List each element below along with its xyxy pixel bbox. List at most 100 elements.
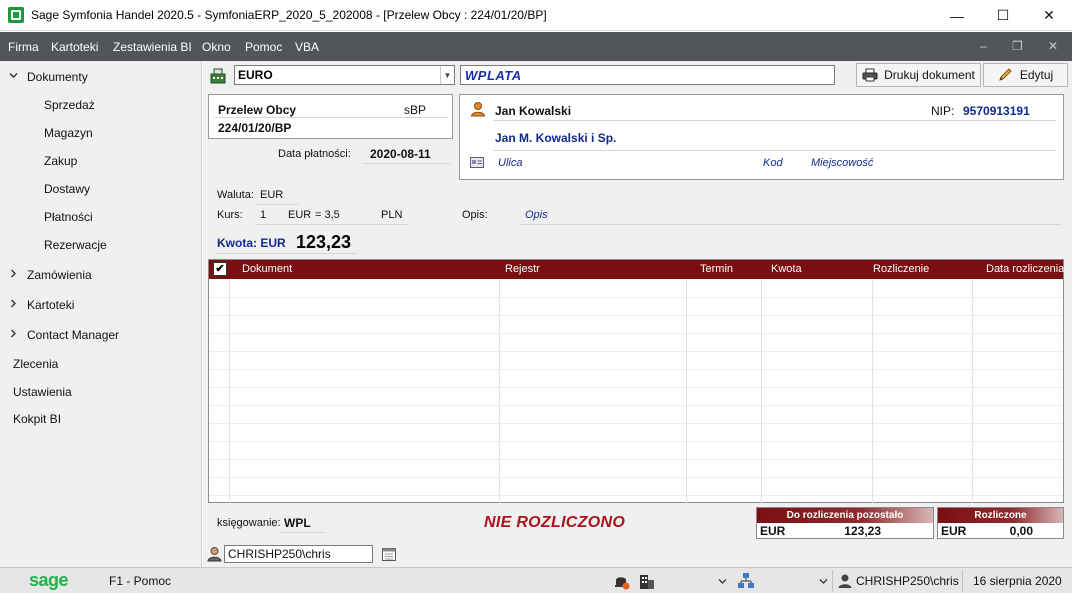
column-header-data-rozliczenia[interactable]: Data rozliczenia: [986, 263, 1064, 275]
chevron-down-icon[interactable]: [819, 577, 828, 586]
menu-kartoteki[interactable]: Kartoteki: [51, 40, 98, 54]
menu-vba[interactable]: VBA: [295, 40, 319, 54]
menu-bar: Firma Kartoteki Zestawienia BI Okno Pomo…: [0, 32, 1072, 61]
company-building-icon[interactable]: [638, 572, 656, 590]
description-label: Opis:: [462, 209, 488, 221]
help-hint[interactable]: F1 - Pomoc: [109, 574, 171, 588]
address-city: Miejscowość: [811, 157, 874, 169]
doc-kind-field[interactable]: WPLATA: [460, 65, 835, 85]
menu-okno[interactable]: Okno: [202, 40, 231, 54]
status-user: CHRISHP250\chris: [856, 574, 959, 588]
remaining-box: Do rozliczenia pozostało EUR 123,23: [756, 507, 934, 539]
settlements-table: ✔ Dokument Rejestr Termin Kwota Rozlicze…: [208, 259, 1064, 504]
sidebar-item-magazyn[interactable]: Magazyn: [44, 126, 93, 140]
sidebar-item-dostawy[interactable]: Dostawy: [44, 182, 90, 196]
print-document-label: Drukuj dokument: [884, 68, 975, 82]
sidebar-item-sprzedaz[interactable]: Sprzedaż: [44, 98, 95, 112]
user-icon: [207, 547, 222, 562]
currency-value: EUR: [260, 189, 284, 201]
settled-currency: EUR: [941, 524, 967, 538]
sidebar: Dokumenty Sprzedaż Magazyn Zakup Dostawy…: [0, 61, 202, 567]
pencil-icon: [999, 68, 1012, 81]
sidebar-item-zamowienia[interactable]: Zamówienia: [27, 268, 92, 282]
column-header-dokument[interactable]: Dokument: [242, 263, 292, 275]
amount-label: Kwota: EUR: [217, 236, 286, 250]
edit-label: Edytuj: [1019, 68, 1054, 82]
sidebar-item-platnosci[interactable]: Płatności: [44, 210, 93, 224]
maximize-button[interactable]: ☐: [980, 0, 1026, 31]
settled-label: Rozliczone: [938, 508, 1063, 523]
booking-value: WPL: [284, 516, 311, 530]
notification-bell-icon[interactable]: [612, 572, 630, 590]
document-code: sBP: [404, 103, 427, 117]
address-card-icon: [470, 157, 484, 168]
sidebar-item-rezerwacje[interactable]: Rezerwacje: [44, 238, 107, 252]
column-header-rejestr[interactable]: Rejestr: [505, 263, 540, 275]
remaining-value: 123,23: [844, 524, 881, 538]
column-header-termin[interactable]: Termin: [700, 263, 733, 275]
sidebar-item-zlecenia[interactable]: Zlecenia: [13, 357, 58, 371]
rate-label: Kurs:: [217, 209, 243, 221]
currency-select-value: EURO: [238, 68, 273, 82]
pay-date-value[interactable]: 2020-08-11: [370, 147, 431, 161]
amount-value: 123,23: [296, 232, 352, 252]
print-document-button[interactable]: Drukuj dokument: [856, 63, 981, 87]
nip-value: 9570913191: [963, 104, 1030, 118]
sidebar-item-zakup[interactable]: Zakup: [44, 154, 77, 168]
menu-zestawienia-bi[interactable]: Zestawienia BI: [113, 40, 192, 54]
column-header-kwota[interactable]: Kwota: [771, 263, 802, 275]
calendar-icon[interactable]: [382, 547, 396, 561]
mdi-restore-button[interactable]: ❐: [1012, 39, 1023, 53]
client-panel: Jan Kowalski NIP: 9570913191 Jan M. Kowa…: [459, 94, 1064, 180]
sidebar-item-contact-manager[interactable]: Contact Manager: [27, 328, 119, 342]
chevron-down-icon[interactable]: [718, 577, 727, 586]
remaining-label: Do rozliczenia pozostało: [757, 508, 933, 523]
sidebar-item-ustawienia[interactable]: Ustawienia: [13, 385, 72, 399]
sidebar-item-kartoteki[interactable]: Kartoteki: [27, 298, 74, 312]
sidebar-item-kokpit-bi[interactable]: Kokpit BI: [13, 412, 61, 426]
document-name: Przelew Obcy: [218, 103, 297, 117]
status-bar: sage F1 - Pomoc CHRISHP250\chris 16 sier…: [0, 567, 1072, 593]
currency-select[interactable]: EURO ▼: [234, 65, 455, 85]
client-company: Jan M. Kowalski i Sp.: [495, 131, 617, 145]
chevron-down-icon[interactable]: ▼: [440, 66, 454, 84]
document-form: EURO ▼ WPLATA Drukuj dokument Edytuj Prz…: [203, 61, 1072, 567]
chevron-right-icon[interactable]: [9, 299, 18, 311]
booking-label: księgowanie:: [217, 517, 281, 529]
select-all-checkbox[interactable]: ✔: [213, 262, 227, 276]
chevron-right-icon[interactable]: [9, 269, 18, 281]
address-street: Ulica: [498, 157, 523, 169]
operator-field[interactable]: CHRISHP250\chris: [224, 545, 373, 563]
rate-pln: PLN: [381, 209, 403, 221]
menu-firma[interactable]: Firma: [8, 40, 39, 54]
minimize-button[interactable]: —: [934, 0, 980, 31]
document-panel: Przelew Obcy sBP 224/01/20/BP: [208, 94, 453, 139]
user-icon: [838, 574, 852, 588]
remaining-currency: EUR: [760, 524, 786, 538]
status-date: 16 sierpnia 2020: [973, 574, 1062, 588]
printer-icon: [862, 68, 878, 82]
title-bar: Sage Symfonia Handel 2020.5 - SymfoniaER…: [0, 0, 1072, 31]
currency-label: Waluta:: [217, 189, 254, 201]
table-header: ✔ Dokument Rejestr Termin Kwota Rozlicze…: [209, 260, 1064, 279]
close-button[interactable]: ✕: [1026, 0, 1072, 31]
edit-button[interactable]: Edytuj: [983, 63, 1068, 87]
description-value[interactable]: Opis: [525, 209, 548, 221]
address-postal-code: Kod: [763, 157, 783, 169]
rate-quantity: 1: [260, 209, 267, 221]
mdi-minimize-button[interactable]: –: [980, 39, 987, 53]
sage-logo: sage: [29, 570, 69, 590]
person-icon[interactable]: [470, 101, 486, 117]
app-icon: [8, 7, 24, 23]
settled-value: 0,00: [1009, 524, 1033, 538]
chevron-right-icon[interactable]: [9, 329, 18, 341]
menu-pomoc[interactable]: Pomoc: [245, 40, 282, 54]
nip-label: NIP:: [931, 104, 955, 118]
chevron-down-icon[interactable]: [9, 71, 18, 83]
amount-currency: EUR: [260, 236, 286, 250]
network-icon[interactable]: [737, 572, 755, 590]
sidebar-item-dokumenty[interactable]: Dokumenty: [27, 70, 88, 84]
cash-register-icon[interactable]: [209, 68, 227, 84]
mdi-close-button[interactable]: ✕: [1048, 39, 1058, 53]
column-header-rozliczenie[interactable]: Rozliczenie: [873, 263, 929, 275]
